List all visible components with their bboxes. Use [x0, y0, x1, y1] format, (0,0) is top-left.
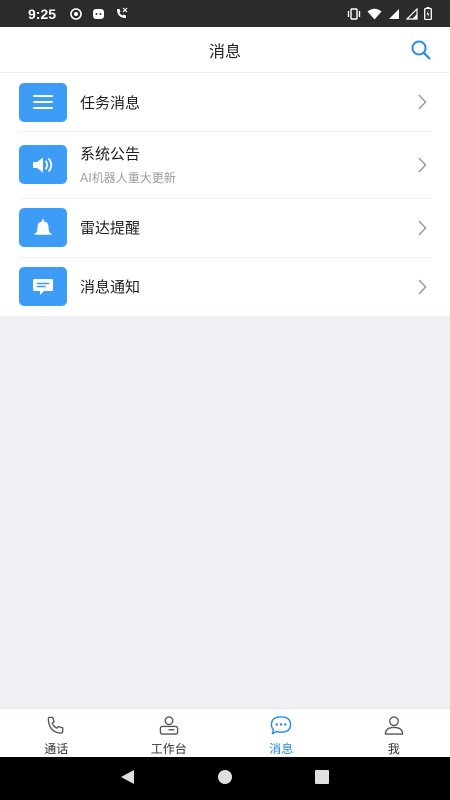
- list-item-message-notifications[interactable]: 消息通知: [0, 257, 450, 316]
- back-icon[interactable]: [119, 768, 137, 790]
- workbench-icon: [159, 716, 179, 735]
- system-navigation-bar: [0, 757, 450, 800]
- vibrate-icon: [347, 7, 361, 20]
- tab-label: 工作台: [150, 742, 187, 756]
- status-time: 9:25: [28, 5, 57, 22]
- status-bar: 9:25: [0, 0, 450, 27]
- chevron-right-icon: [418, 278, 427, 295]
- signal-icon: [406, 7, 418, 20]
- item-title: 系统公告: [80, 145, 141, 163]
- chevron-right-icon: [418, 156, 427, 173]
- item-title: 消息通知: [80, 278, 141, 296]
- list-item-system-announcements[interactable]: 系统公告 AI机器人重大更新: [0, 131, 450, 198]
- item-subtitle: AI机器人重大更新: [80, 171, 176, 185]
- phone-call-icon: [115, 7, 128, 20]
- battery-icon: [424, 7, 432, 20]
- tab-label: 我: [387, 742, 400, 756]
- tab-workbench[interactable]: 工作台: [113, 709, 226, 757]
- speaker-icon: [19, 145, 67, 184]
- bell-icon: [19, 208, 67, 247]
- chevron-right-icon: [418, 94, 427, 110]
- page-title: 消息: [208, 41, 241, 61]
- list-icon: [19, 82, 67, 122]
- tab-calls[interactable]: 通话: [0, 709, 113, 757]
- list-item-task-messages[interactable]: 任务消息: [0, 73, 450, 131]
- home-icon[interactable]: [216, 768, 234, 790]
- user-icon: [384, 716, 404, 735]
- tab-messages[interactable]: 消息: [225, 709, 338, 757]
- signal-icon: [388, 8, 400, 20]
- search-icon[interactable]: [410, 39, 432, 61]
- item-title: 雷达提醒: [80, 219, 141, 237]
- tab-label: 消息: [269, 742, 294, 756]
- bottom-tab-bar: 通话 工作台 消息 我: [0, 708, 450, 757]
- record-icon: [70, 7, 82, 20]
- tab-label: 通话: [44, 742, 69, 756]
- top-bar: 消息: [0, 27, 450, 73]
- chevron-right-icon: [418, 219, 427, 236]
- list-item-radar-reminders[interactable]: 雷达提醒: [0, 198, 450, 257]
- cat-app-icon: [92, 8, 105, 20]
- item-title: 任务消息: [80, 93, 141, 112]
- message-category-list: 任务消息 系统公告 AI机器人重大更新 雷达提醒 消息通知: [0, 73, 450, 316]
- message-icon: [270, 716, 292, 735]
- tab-me[interactable]: 我: [338, 709, 450, 757]
- wifi-icon: [367, 8, 382, 20]
- phone-icon: [47, 716, 64, 734]
- chat-icon: [19, 267, 67, 306]
- recents-icon[interactable]: [313, 768, 331, 790]
